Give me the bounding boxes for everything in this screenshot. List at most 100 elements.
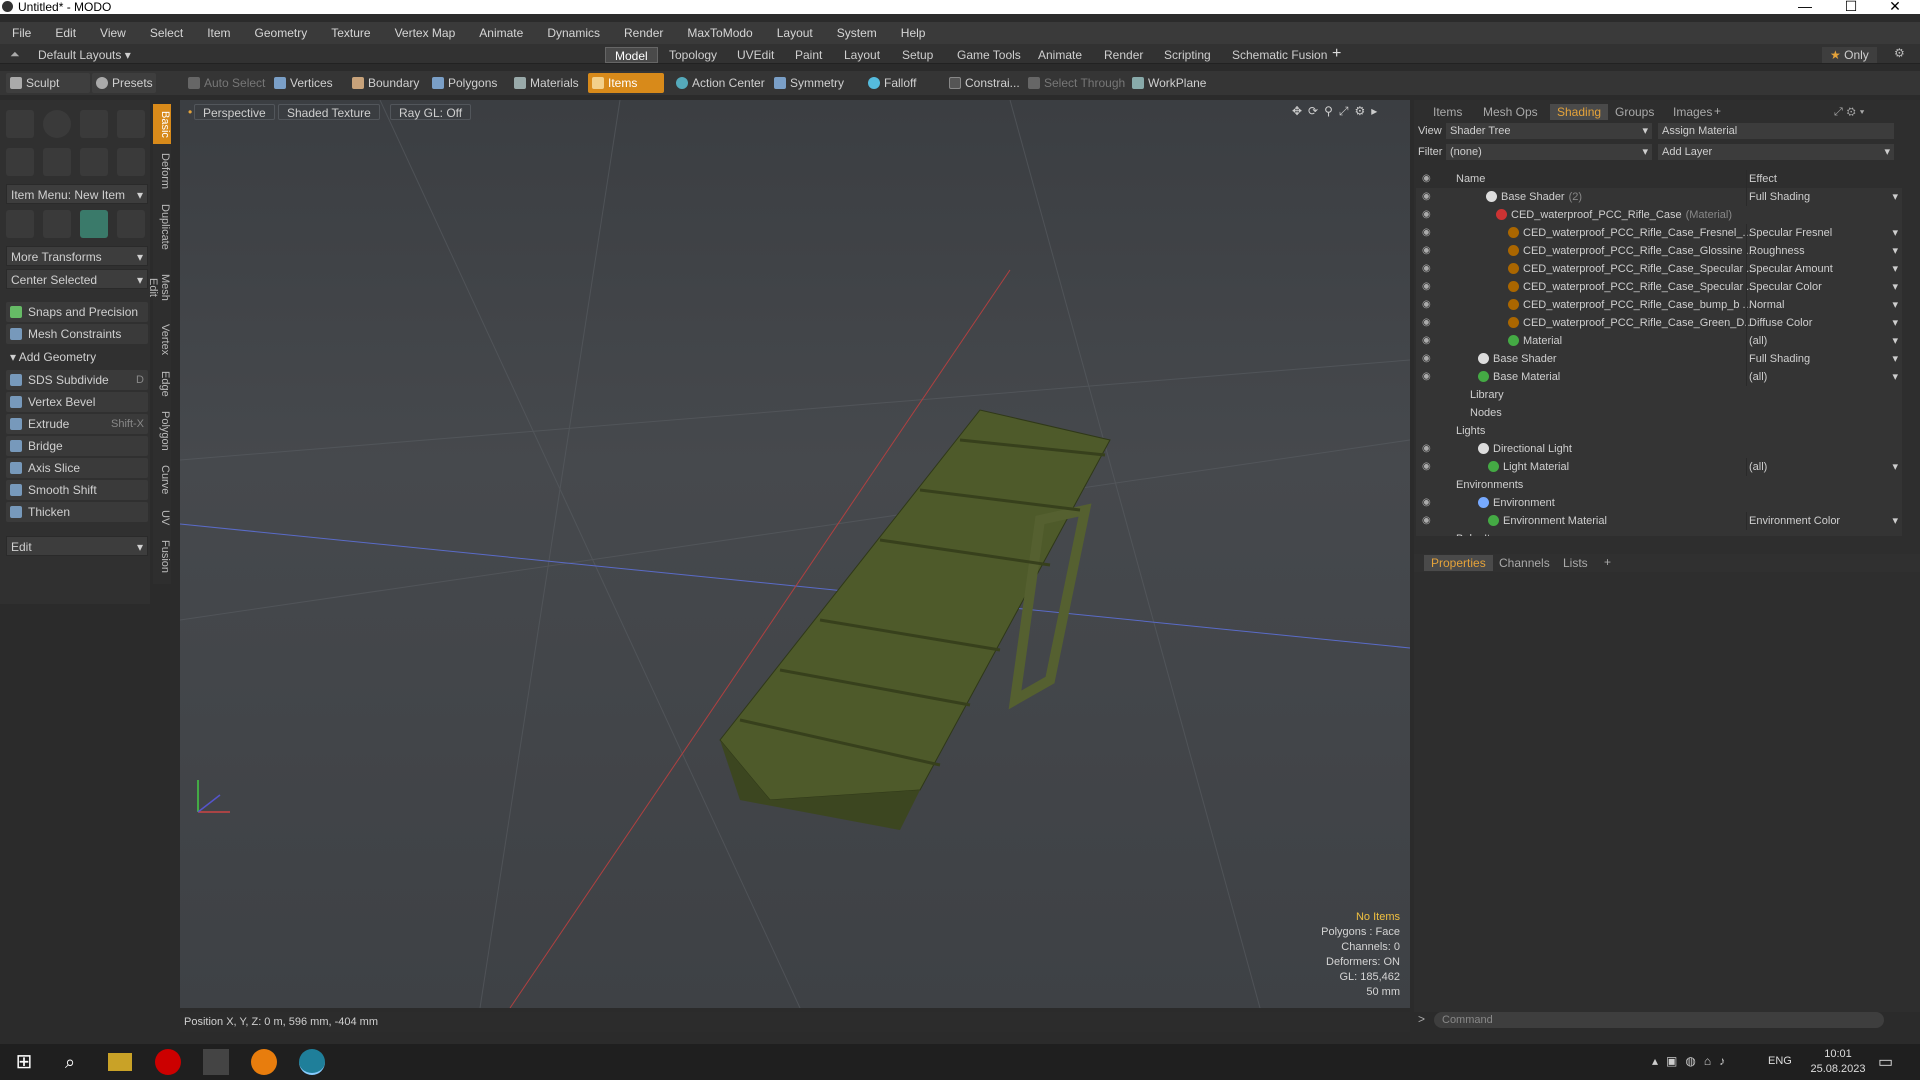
visibility-eye-icon[interactable]: ◉ bbox=[1422, 192, 1434, 202]
notifications-icon[interactable]: ▭ bbox=[1878, 1052, 1893, 1072]
effect-dropdown[interactable]: (all) bbox=[1746, 368, 1902, 386]
tab-items[interactable]: Items bbox=[1426, 104, 1469, 120]
tab-basic[interactable]: Basic bbox=[153, 104, 171, 144]
tab-mesh-ops[interactable]: Mesh Ops bbox=[1476, 104, 1545, 120]
menu-render[interactable]: Render bbox=[612, 22, 675, 44]
shader-tree-row[interactable]: ◉ Light Material (all) bbox=[1416, 458, 1902, 476]
effect-dropdown[interactable]: Full Shading bbox=[1746, 188, 1902, 206]
panel-controls-icon[interactable]: ⤢⚙▾ bbox=[1834, 106, 1868, 119]
items-button[interactable]: Items bbox=[588, 73, 664, 93]
cone-icon[interactable] bbox=[117, 110, 145, 138]
blender-icon[interactable] bbox=[251, 1049, 277, 1075]
pin-icon[interactable]: ⏶ bbox=[10, 47, 20, 62]
scale-icon[interactable] bbox=[80, 210, 108, 238]
more-transforms-dropdown[interactable]: More Transforms bbox=[6, 246, 148, 267]
raygl-button[interactable]: Ray GL: Off bbox=[390, 104, 472, 120]
close-icon[interactable]: ✕ bbox=[1880, 0, 1910, 15]
vertices-button[interactable]: Vertices bbox=[270, 73, 339, 93]
menu-maxtomodo[interactable]: MaxToModo bbox=[675, 22, 764, 44]
filter-dropdown[interactable]: (none) ▾ bbox=[1446, 144, 1652, 160]
tab-polygon[interactable]: Polygon bbox=[153, 406, 171, 456]
symmetry-button[interactable]: Symmetry bbox=[770, 73, 850, 93]
effect-dropdown[interactable]: Specular Color bbox=[1746, 278, 1902, 296]
visibility-eye-icon[interactable] bbox=[1422, 408, 1434, 418]
tab-layout[interactable]: Layout bbox=[835, 47, 889, 63]
viewport-menu-icon[interactable]: • bbox=[186, 104, 194, 120]
add-tab-icon[interactable]: + bbox=[1714, 104, 1721, 118]
visibility-eye-icon[interactable]: ◉ bbox=[1422, 210, 1434, 220]
visibility-eye-icon[interactable]: ◉ bbox=[1422, 246, 1434, 256]
axis-slice-button[interactable]: Axis Slice bbox=[6, 458, 148, 478]
visibility-eye-icon[interactable]: ◉ bbox=[1422, 228, 1434, 238]
clock[interactable]: 10:01 25.08.2023 bbox=[1808, 1047, 1868, 1077]
tab-curve[interactable]: Curve bbox=[153, 460, 171, 500]
view-dropdown[interactable]: Shader Tree ▾ bbox=[1446, 123, 1652, 139]
tab-schematic-fusion[interactable]: Schematic Fusion bbox=[1223, 47, 1336, 63]
center-selected-dropdown[interactable]: Center Selected bbox=[6, 269, 148, 290]
modo-taskbar-icon[interactable] bbox=[299, 1049, 325, 1075]
system-tray-icons[interactable]: ▴▣◍⌂♪ bbox=[1652, 1054, 1733, 1068]
visibility-eye-icon[interactable]: ◉ bbox=[1422, 354, 1434, 364]
torus-icon[interactable] bbox=[6, 148, 34, 176]
menu-select[interactable]: Select bbox=[138, 22, 195, 44]
shader-tree-row[interactable]: Library bbox=[1416, 386, 1902, 404]
workplane-button[interactable]: WorkPlane bbox=[1128, 73, 1212, 93]
visibility-eye-icon[interactable]: ◉ bbox=[1422, 336, 1434, 346]
visibility-eye-icon[interactable] bbox=[1422, 390, 1434, 400]
menu-layout[interactable]: Layout bbox=[765, 22, 825, 44]
visibility-eye-icon[interactable]: ◉ bbox=[1422, 282, 1434, 292]
tab-groups[interactable]: Groups bbox=[1608, 104, 1661, 120]
auto-select-button[interactable]: Auto Select bbox=[184, 73, 271, 93]
shader-tree-row[interactable]: ◉ CED_waterproof_PCC_Rifle_Case_bump_b ..… bbox=[1416, 296, 1902, 314]
tab-duplicate[interactable]: Duplicate bbox=[153, 198, 171, 256]
effect-dropdown[interactable]: Environment Color bbox=[1746, 512, 1902, 530]
extrude-button[interactable]: Extrude Shift-X bbox=[6, 414, 148, 434]
transform-icon[interactable] bbox=[117, 210, 145, 238]
thicken-button[interactable]: Thicken bbox=[6, 502, 148, 522]
rotate-icon[interactable] bbox=[43, 210, 71, 238]
effect-dropdown[interactable]: Specular Amount bbox=[1746, 260, 1902, 278]
3d-viewport[interactable]: • Perspective Shaded Texture Ray GL: Off… bbox=[180, 100, 1410, 1008]
text-icon[interactable] bbox=[117, 148, 145, 176]
app-icon[interactable] bbox=[203, 1049, 229, 1075]
effect-dropdown[interactable]: Full Shading bbox=[1746, 350, 1902, 368]
visibility-eye-icon[interactable]: ◉ bbox=[1422, 444, 1434, 454]
opera-icon[interactable] bbox=[155, 1049, 181, 1075]
visibility-eye-icon[interactable]: ◉ bbox=[1422, 318, 1434, 328]
tab-uv[interactable]: UV bbox=[153, 504, 171, 532]
shader-tree-row[interactable]: Nodes bbox=[1416, 404, 1902, 422]
windows-start-icon[interactable]: ⊞ bbox=[4, 1048, 44, 1076]
mesh-constraints-button[interactable]: Mesh Constraints bbox=[6, 324, 148, 344]
vertex-bevel-button[interactable]: Vertex Bevel bbox=[6, 392, 148, 412]
view-type-button[interactable]: Perspective bbox=[194, 104, 275, 120]
shader-tree-row[interactable]: ◉ Base Shader (2) Full Shading bbox=[1416, 188, 1902, 206]
tab-render[interactable]: Render bbox=[1095, 47, 1152, 63]
add-geometry-header[interactable]: ▾ Add Geometry bbox=[10, 350, 96, 364]
tab-game-tools[interactable]: Game Tools bbox=[948, 47, 1030, 63]
shader-tree-row[interactable]: ◉ CED_waterproof_PCC_Rifle_Case_Fresnel_.… bbox=[1416, 224, 1902, 242]
tab-animate[interactable]: Animate bbox=[1029, 47, 1091, 63]
tab-properties[interactable]: Properties bbox=[1424, 555, 1493, 571]
tab-fusion[interactable]: Fusion bbox=[153, 536, 171, 578]
capsule-icon[interactable] bbox=[43, 148, 71, 176]
menu-dynamics[interactable]: Dynamics bbox=[535, 22, 612, 44]
shader-tree-row[interactable]: ◉ Directional Light bbox=[1416, 440, 1902, 458]
visibility-eye-icon[interactable]: ◉ bbox=[1422, 264, 1434, 274]
cube-icon[interactable] bbox=[6, 110, 34, 138]
tab-uvedit[interactable]: UVEdit bbox=[728, 47, 783, 63]
falloff-button[interactable]: Falloff bbox=[864, 73, 922, 93]
minimize-icon[interactable]: — bbox=[1790, 0, 1820, 14]
visibility-eye-icon[interactable]: ◉ bbox=[1422, 462, 1434, 472]
materials-button[interactable]: Materials bbox=[510, 73, 585, 93]
shader-tree-row[interactable]: Lights bbox=[1416, 422, 1902, 440]
effect-dropdown[interactable]: Normal bbox=[1746, 296, 1902, 314]
bridge-button[interactable]: Bridge bbox=[6, 436, 148, 456]
menu-animate[interactable]: Animate bbox=[467, 22, 535, 44]
move-icon[interactable] bbox=[6, 210, 34, 238]
cylinder-icon[interactable] bbox=[80, 110, 108, 138]
snaps-button[interactable]: Snaps and Precision bbox=[6, 302, 148, 322]
maximize-icon[interactable]: ☐ bbox=[1836, 0, 1866, 15]
tab-vertex[interactable]: Vertex bbox=[153, 318, 171, 362]
visibility-eye-icon[interactable]: ◉ bbox=[1422, 372, 1434, 382]
tab-channels[interactable]: Channels bbox=[1492, 555, 1557, 571]
